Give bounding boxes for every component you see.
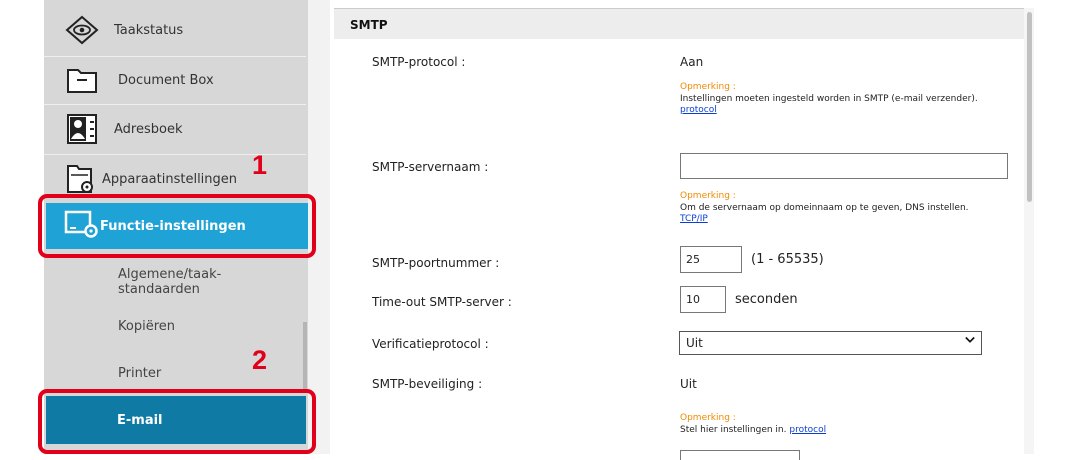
- note-text: Stel hier instellingen in. protocol: [680, 425, 990, 436]
- chevron-down-icon: [965, 336, 975, 343]
- protocol-link[interactable]: protocol: [680, 105, 717, 115]
- protocol-link[interactable]: protocol: [789, 425, 826, 435]
- note-body: Om de servernaam op domeinnaam op te gev…: [680, 203, 969, 213]
- sidebar-subitem-algemene[interactable]: Algemene/taak- standaarden: [118, 267, 221, 297]
- sidebar-item-adresboek[interactable]: Adresboek: [44, 106, 306, 152]
- note-text: Instellingen moeten ingesteld worden in …: [680, 94, 990, 116]
- smtp-timeout-unit: seconden: [735, 292, 798, 307]
- folder-box-icon: [64, 64, 100, 96]
- sidebar-item-taakstatus[interactable]: Taakstatus: [44, 10, 306, 50]
- divider: [44, 104, 306, 105]
- smtp-port-input[interactable]: 25: [680, 246, 742, 273]
- callout-number-1: 1: [252, 150, 268, 180]
- note-text: Om de servernaam op domeinnaam op te gev…: [680, 203, 990, 225]
- callout-number-2: 2: [252, 345, 268, 375]
- sidebar-item-label: Apparaatinstellingen: [102, 171, 238, 187]
- smtp-protocol-value: Aan: [680, 55, 704, 69]
- smtp-timeout-label: Time-out SMTP-server :: [372, 295, 512, 309]
- smtp-security-value: Uit: [680, 377, 697, 391]
- note-title: Opmerking :: [680, 82, 736, 92]
- auth-protocol-value: Uit: [686, 336, 703, 350]
- sidebar-subitem-email[interactable]: E-mail: [46, 396, 306, 444]
- smtp-port-label: SMTP-poortnummer :: [372, 256, 500, 270]
- sidebar-item-label: Taakstatus: [114, 22, 184, 38]
- auth-protocol-label: Verificatieprotocol :: [372, 337, 489, 351]
- smtp-servername-label: SMTP-servernaam :: [372, 160, 489, 174]
- sidebar-subitem-label: E-mail: [117, 412, 163, 428]
- smtp-timeout-input[interactable]: 10: [680, 286, 726, 313]
- content-gap: [308, 0, 330, 454]
- left-margin: [0, 0, 44, 454]
- note-title: Opmerking :: [680, 191, 736, 201]
- note-title: Opmerking :: [680, 413, 736, 423]
- main-scrollbar-thumb[interactable]: [1027, 12, 1032, 202]
- note-body: Instellingen moeten ingesteld worden in …: [680, 94, 978, 104]
- section-title: SMTP: [350, 18, 388, 32]
- sidebar-item-document-box[interactable]: Document Box: [44, 58, 306, 102]
- sidebar-scrollbar[interactable]: [303, 322, 307, 392]
- sidebar-item-label: Functie-instellingen: [100, 218, 246, 234]
- smtp-port-range: (1 - 65535): [751, 252, 824, 267]
- tcp-ip-link[interactable]: TCP/IP: [680, 214, 708, 224]
- smtp-protocol-label: SMTP-protocol :: [372, 55, 466, 69]
- smtp-servername-input[interactable]: [680, 153, 1008, 179]
- sidebar-item-label: Document Box: [118, 72, 214, 88]
- smtp-security-label: SMTP-beveiliging :: [372, 377, 483, 391]
- eye-diamond-icon: [64, 14, 100, 46]
- sidebar-subitem-kopieren[interactable]: Kopiëren: [118, 319, 175, 334]
- right-gutter: [1036, 0, 1078, 454]
- sidebar-item-functie-instellingen[interactable]: Functie-instellingen: [46, 203, 308, 249]
- auth-protocol-select[interactable]: Uit: [679, 331, 982, 355]
- divider: [44, 56, 306, 57]
- monitor-gear-icon: [64, 209, 100, 243]
- sidebar-item-label: Adresboek: [114, 121, 183, 137]
- folder-gear-icon: [64, 163, 100, 195]
- address-book-icon: [64, 113, 100, 145]
- sidebar-subitem-printer[interactable]: Printer: [118, 366, 161, 381]
- partial-input[interactable]: [680, 450, 800, 460]
- section-header: SMTP: [334, 8, 1024, 39]
- note-body: Stel hier instellingen in.: [680, 425, 787, 435]
